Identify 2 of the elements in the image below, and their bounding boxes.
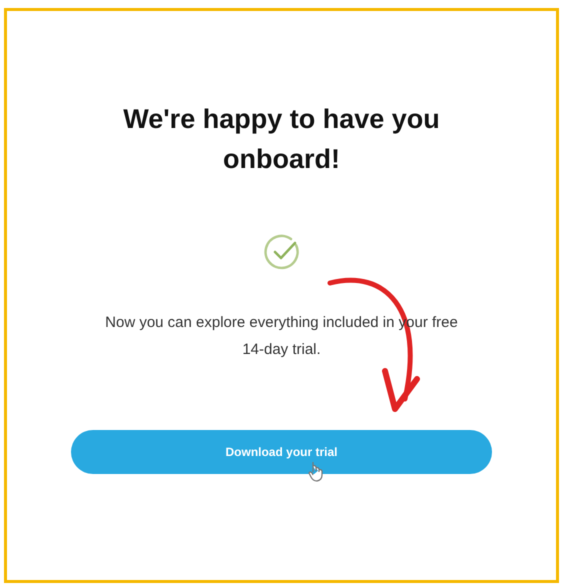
heading: We're happy to have you onboard! [122,103,441,176]
download-button[interactable]: Download your trial [71,430,492,474]
